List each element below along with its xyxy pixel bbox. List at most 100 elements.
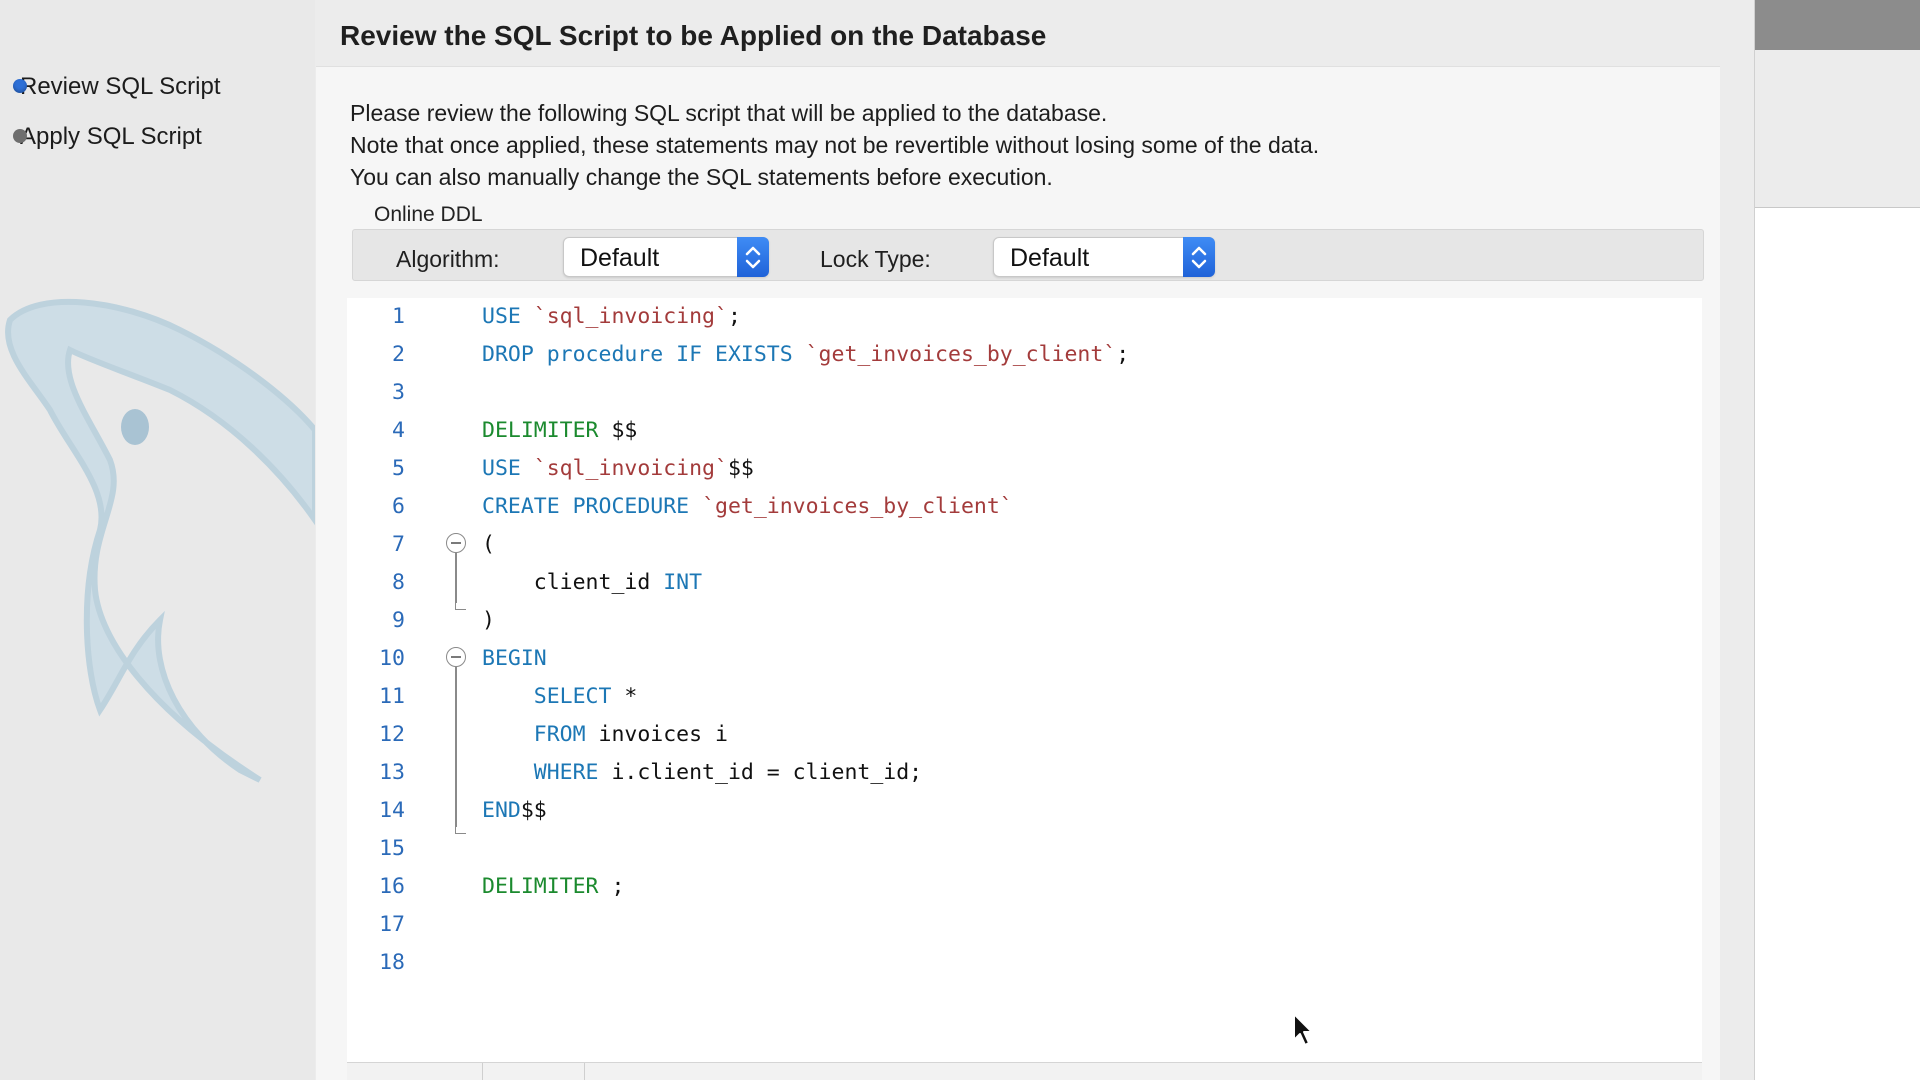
line-number: 7 [392,532,405,557]
step-label: Review SQL Script [20,73,221,100]
code-line[interactable]: 17 [347,906,1702,944]
code-text: client_id INT [482,564,702,602]
code-line[interactable]: 10 BEGIN [347,640,1702,678]
background-window-titlebar [1755,0,1920,50]
wizard-sidebar: Review SQL Script Apply SQL Script [0,0,315,1080]
code-text: CREATE PROCEDURE `get_invoices_by_client… [482,488,1013,526]
code-line[interactable]: 5 USE `sql_invoicing`$$ [347,450,1702,488]
code-token: `get_invoices_by_client` [805,342,1117,367]
code-line[interactable]: 18 [347,944,1702,982]
description-line-2: Note that once applied, these statements… [350,132,1320,158]
description-line-1: Please review the following SQL script t… [350,100,1108,126]
sql-editor[interactable]: 1 USE `sql_invoicing`; 2 DROP procedure IF … [347,298,1702,1062]
line-number: 13 [379,760,405,785]
line-number: 2 [392,342,405,367]
code-text: SELECT * [482,678,638,716]
code-token: SELECT [533,684,625,709]
line-number: 4 [392,418,405,443]
line-number: 18 [379,950,405,975]
code-text: ( [482,526,495,564]
code-token: INT [663,570,703,595]
code-line[interactable]: 12 FROM invoices i [347,716,1702,754]
page-title: Review the SQL Script to be Applied on t… [340,20,1047,51]
lock-type-select-value: Default [1010,244,1090,272]
code-token: client_id [482,570,664,595]
step-inactive-indicator-icon [13,129,27,143]
code-token: $$ [727,456,754,481]
code-token: ) [482,608,495,633]
code-text: FROM invoices i [482,716,728,754]
code-token: ; [1116,342,1130,367]
code-text: ) [482,602,495,640]
step-review-sql-script[interactable]: Review SQL Script [13,73,221,101]
mysql-dolphin-icon [5,298,315,783]
code-token: USE [482,304,534,329]
step-apply-sql-script[interactable]: Apply SQL Script [13,123,202,151]
algorithm-select[interactable]: Default [563,237,769,277]
status-separator [482,1063,483,1080]
code-line[interactable]: 16 DELIMITER ; [347,868,1702,906]
code-text: DROP procedure IF EXISTS `get_invoices_b… [482,336,1129,374]
code-token: DELIMITER [482,418,612,443]
step-active-indicator-icon [13,79,27,93]
workbench-window: Review SQL Script Apply SQL Script Revie… [0,0,1920,1080]
code-token: ; [611,874,625,899]
line-number: 15 [379,836,405,861]
code-token: ( [482,532,495,557]
code-line[interactable]: 1 USE `sql_invoicing`; [347,298,1702,336]
lock-type-select[interactable]: Default [993,237,1215,277]
line-number: 1 [392,304,405,329]
code-token: invoices i [598,722,728,747]
code-token: $$ [611,418,638,443]
chevron-up-down-icon [737,237,769,277]
code-line[interactable]: 14 END$$ [347,792,1702,830]
line-number: 3 [392,380,405,405]
code-token: BEGIN [482,646,547,671]
code-line[interactable]: 15 [347,830,1702,868]
algorithm-label: Algorithm: [396,246,500,272]
code-line[interactable]: 11 SELECT * [347,678,1702,716]
code-token: END [482,798,521,823]
code-token: `sql_invoicing` [533,456,728,481]
code-line[interactable]: 7( [347,526,1702,564]
code-line[interactable]: 13 WHERE i.client_id = client_id; [347,754,1702,792]
background-window-toolbar [1755,50,1920,208]
code-token: USE [482,456,534,481]
code-text: USE `sql_invoicing`; [482,298,741,336]
line-number: 5 [392,456,405,481]
lock-type-label: Lock Type: [820,246,931,272]
code-token: DELIMITER [482,874,612,899]
line-number: 10 [379,646,405,671]
code-line[interactable]: 2 DROP procedure IF EXISTS `get_invoices_… [347,336,1702,374]
code-token: * [624,684,638,709]
line-number: 16 [379,874,405,899]
code-text: BEGIN [482,640,547,678]
code-token: FROM [533,722,599,747]
code-token: DROP procedure IF EXISTS [482,342,806,367]
online-ddl-label: Online DDL [374,203,483,226]
code-line[interactable]: 3 [347,374,1702,412]
code-line[interactable]: 9) [347,602,1702,640]
code-token: $$ [520,798,547,823]
code-token: ; [727,304,741,329]
background-window [1754,0,1920,1080]
code-token: `get_invoices_by_client` [702,494,1013,519]
code-line[interactable]: 8 client_id INT [347,564,1702,602]
editor-status-bar [347,1062,1702,1080]
status-separator [584,1063,585,1080]
code-line[interactable]: 4 DELIMITER $$ [347,412,1702,450]
code-text: END$$ [482,792,547,830]
code-token: i.client_id = client_id; [611,760,923,785]
line-number: 17 [379,912,405,937]
code-token: WHERE [533,760,612,785]
description-line-3: You can also manually change the SQL sta… [350,164,1053,190]
code-line[interactable]: 6 CREATE PROCEDURE `get_invoices_by_clien… [347,488,1702,526]
line-number: 14 [379,798,405,823]
step-label: Apply SQL Script [20,123,202,150]
line-number: 8 [392,570,405,595]
algorithm-select-value: Default [580,244,660,272]
chevron-up-down-icon [1183,237,1215,277]
